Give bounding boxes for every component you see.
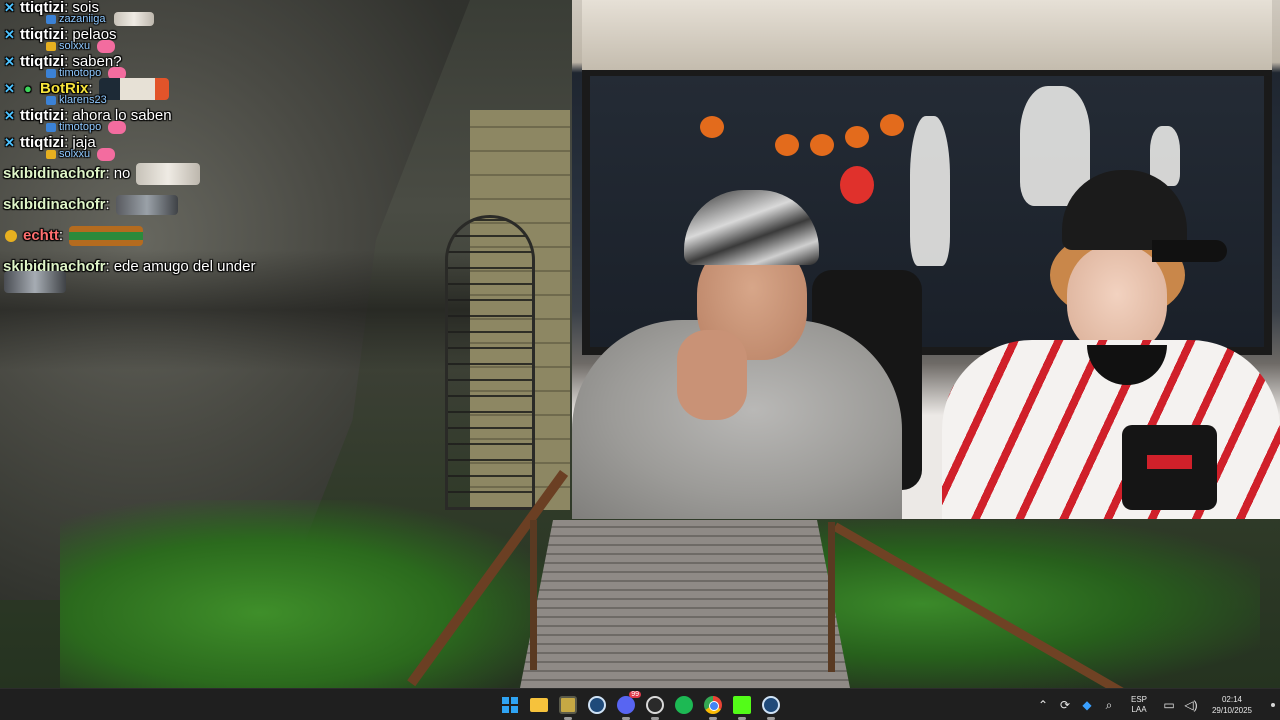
chat-message: ✕ ttiqtizi: sois zazaniiga <box>0 0 330 26</box>
clock-date: 29/10/2025 <box>1211 706 1253 715</box>
windows-icon <box>502 697 518 713</box>
pumpkin-decoration <box>845 126 869 148</box>
streamer-left <box>572 190 902 519</box>
kick-button[interactable] <box>730 693 754 720</box>
start-button[interactable] <box>498 693 522 717</box>
chat-message: ✕ ttiqtizi: jaja solxxu <box>0 129 330 161</box>
webcam-overlay <box>572 0 1280 519</box>
steam-icon <box>762 696 780 714</box>
discord-icon <box>617 691 641 714</box>
chevron-up-icon[interactable]: ⌃ <box>1032 694 1054 716</box>
emote <box>115 194 178 215</box>
kick-icon <box>733 696 751 714</box>
pumpkin-decoration <box>810 134 834 156</box>
mic-icon[interactable]: ⌕ <box>1098 694 1120 716</box>
bot-badge-icon: ● <box>24 81 32 96</box>
clock-time: 02:14 <box>1221 695 1243 704</box>
folder-icon <box>530 698 548 712</box>
sword-icon: ✕ <box>4 0 15 15</box>
wooden-bridge <box>520 520 850 688</box>
sword-icon: ✕ <box>4 135 15 150</box>
sword-icon: ✕ <box>4 27 15 42</box>
steam-icon <box>588 696 606 714</box>
app-icon <box>559 696 577 714</box>
spotify-button[interactable] <box>672 693 696 717</box>
volume-icon[interactable]: ◁) <box>1180 694 1202 716</box>
window-blind <box>582 0 1272 70</box>
sync-icon[interactable]: ⟳ <box>1054 694 1076 716</box>
sword-icon: ✕ <box>4 54 15 69</box>
spotify-icon <box>675 696 693 714</box>
file-explorer-button[interactable] <box>527 693 551 717</box>
iron-gate <box>445 215 535 510</box>
railing-post <box>530 520 537 670</box>
pumpkin-decoration <box>700 116 724 138</box>
chat-username: skibidinachofr <box>3 195 106 213</box>
coin-badge-icon <box>5 229 17 242</box>
emote <box>136 162 201 185</box>
obs-icon <box>646 696 664 714</box>
taskbar-apps <box>498 691 783 720</box>
language-indicator[interactable]: ESP LAA <box>1122 695 1156 715</box>
sword-icon: ✕ <box>4 108 15 123</box>
steam-button[interactable] <box>585 693 609 717</box>
chrome-icon <box>704 696 722 714</box>
railing-post <box>828 522 835 672</box>
network-icon[interactable]: ▭ <box>1158 694 1180 716</box>
chat-message: ✕ ttiqtizi: ahora lo saben timotopo <box>4 106 172 134</box>
notification-icon[interactable] <box>1266 695 1280 715</box>
chat-message: ✕ ttiqtizi: saben? timotopo <box>0 48 330 80</box>
emote <box>4 271 66 293</box>
clock[interactable]: 02:14 29/10/2025 <box>1202 694 1262 716</box>
chat-overlay: ✕ ttiqtizi: sois zazaniiga ✕ ttiqtizi: pel… <box>0 0 330 293</box>
system-tray: ⌃ ⟳ ◆ ⌕ ESP LAA ▭ ◁) 02:14 29/10/2025 <box>1032 689 1280 720</box>
emote <box>98 77 169 100</box>
discord-button[interactable] <box>614 691 641 720</box>
chat-text: no <box>113 164 131 182</box>
chat-message: ✕ ttiqtizi: pelaos solxxu <box>4 25 117 53</box>
app-button[interactable] <box>556 693 580 720</box>
sword-icon: ✕ <box>4 81 15 96</box>
chat-username: skibidinachofr <box>3 164 106 182</box>
taskbar: ⌃ ⟳ ◆ ⌕ ESP LAA ▭ ◁) 02:14 29/10/2025 <box>0 688 1280 720</box>
chat-text: ede amugo del under <box>113 257 256 275</box>
chat-username: echtt <box>23 226 59 244</box>
chrome-button[interactable] <box>701 693 725 720</box>
foliage-left <box>60 500 560 688</box>
pumpkin-decoration <box>880 114 904 136</box>
pumpkin-decoration <box>775 134 799 156</box>
security-icon[interactable]: ◆ <box>1076 694 1098 716</box>
obs-button[interactable] <box>643 693 667 720</box>
streamer-right <box>922 170 1280 519</box>
chat-message: echtt: <box>0 222 330 249</box>
chat-message: ✕ ● BotRix: klarens23 <box>0 75 330 106</box>
chat-message: skibidinachofr: no <box>0 160 330 187</box>
steam-button-2[interactable] <box>759 693 783 720</box>
emote <box>69 225 144 246</box>
chat-message: skibidinachofr: <box>0 191 330 218</box>
